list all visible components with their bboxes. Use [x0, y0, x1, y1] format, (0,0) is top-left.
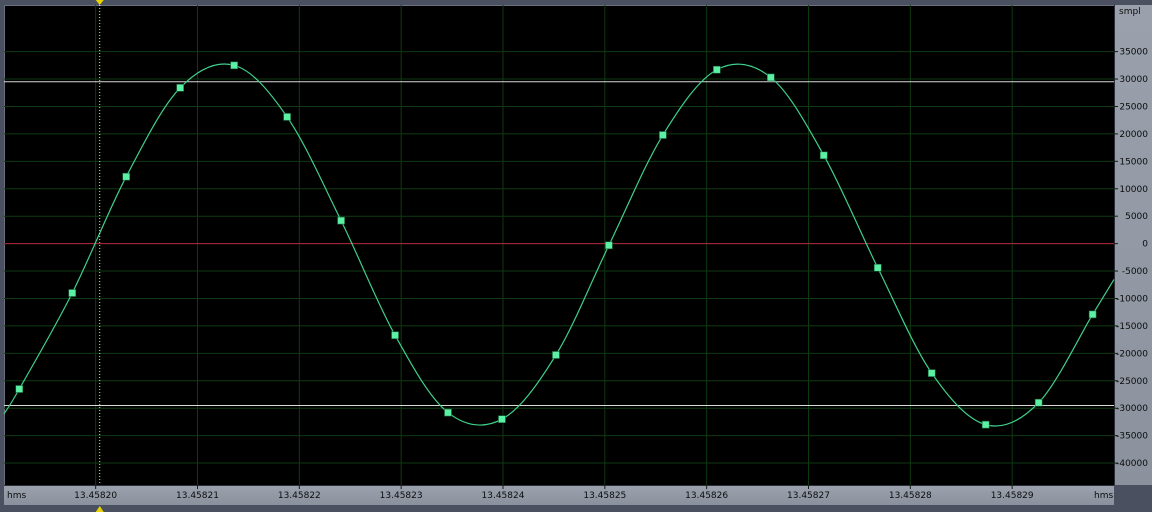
- x-tick-label: 13.45827: [787, 491, 830, 501]
- cursor-top-marker-icon[interactable]: [95, 0, 104, 5]
- y-tick-label: -15000: [1116, 322, 1148, 332]
- y-tick-label: 5000: [1125, 212, 1148, 222]
- sample-point[interactable]: [68, 289, 77, 297]
- sample-point[interactable]: [283, 113, 291, 121]
- waveform-line: [3, 63, 1115, 427]
- x-tick-label: 13.45823: [380, 491, 423, 501]
- y-tick-label: -20000: [1116, 349, 1148, 359]
- cursor-bottom-marker-icon[interactable]: [95, 506, 104, 512]
- x-axis-unit-label-right: hms: [1094, 491, 1113, 501]
- waveform-chart: 35000 30000 25000 20000 15000 10000 5000 0 -5000…: [3, 0, 1148, 512]
- y-tick-label: 35000: [1119, 48, 1148, 58]
- y-tick-label: -40000: [1116, 459, 1148, 469]
- x-tick-label: 13.45829: [991, 491, 1034, 501]
- x-tick-label: 13.45825: [583, 491, 626, 501]
- sample-point[interactable]: [927, 369, 936, 377]
- y-tick-label: -5000: [1122, 267, 1148, 277]
- sample-point[interactable]: [15, 385, 24, 393]
- sample-point[interactable]: [819, 151, 828, 160]
- sample-point[interactable]: [337, 216, 345, 225]
- x-tick-label: 13.45826: [685, 491, 728, 501]
- y-tick-label: 15000: [1119, 157, 1148, 167]
- sample-point[interactable]: [498, 415, 506, 423]
- sample-point[interactable]: [767, 73, 775, 82]
- sample-point[interactable]: [122, 172, 130, 181]
- sample-point[interactable]: [230, 61, 238, 70]
- x-tick-label: 13.45824: [482, 491, 525, 501]
- sample-point[interactable]: [605, 241, 613, 250]
- x-tick-label: 13.45828: [889, 491, 932, 501]
- y-tick-label: -35000: [1116, 432, 1148, 442]
- sample-point[interactable]: [1088, 310, 1097, 319]
- y-tick-label: 10000: [1119, 185, 1148, 195]
- sample-point[interactable]: [444, 408, 452, 417]
- sample-point[interactable]: [552, 351, 560, 359]
- x-tick-label: 13.45822: [278, 491, 321, 501]
- y-tick-label: 30000: [1119, 75, 1148, 85]
- sample-point[interactable]: [659, 131, 667, 139]
- y-tick-label: -10000: [1116, 294, 1148, 304]
- y-tick-label: 20000: [1119, 130, 1148, 140]
- y-axis-ticks: 35000 30000 25000 20000 15000 10000 5000 0 -5000…: [1114, 48, 1148, 469]
- y-tick-label: -25000: [1116, 377, 1148, 387]
- sample-point[interactable]: [1034, 398, 1043, 407]
- sample-point[interactable]: [713, 65, 721, 74]
- y-tick-label: -30000: [1116, 404, 1148, 414]
- sample-point[interactable]: [176, 84, 184, 92]
- y-tick-label: 25000: [1119, 102, 1148, 112]
- x-tick-label: 13.45821: [176, 491, 219, 501]
- x-axis-unit-label-left: hms: [7, 491, 26, 501]
- sample-point[interactable]: [873, 263, 882, 272]
- x-tick-label: 13.45820: [74, 491, 117, 501]
- sample-point[interactable]: [981, 420, 990, 429]
- sample-point[interactable]: [391, 331, 399, 340]
- y-tick-label: 0: [1142, 240, 1148, 250]
- y-axis-unit-label: smpl: [1119, 7, 1141, 17]
- x-axis-ticks: 13.45820 13.45821 13.45822 13.45823 13.45824…: [74, 485, 1034, 501]
- waveform-editor-view: 35000 30000 25000 20000 15000 10000 5000 0 -5000…: [0, 0, 1152, 512]
- grid: [4, 5, 1114, 485]
- waveform-layer: [3, 61, 1115, 429]
